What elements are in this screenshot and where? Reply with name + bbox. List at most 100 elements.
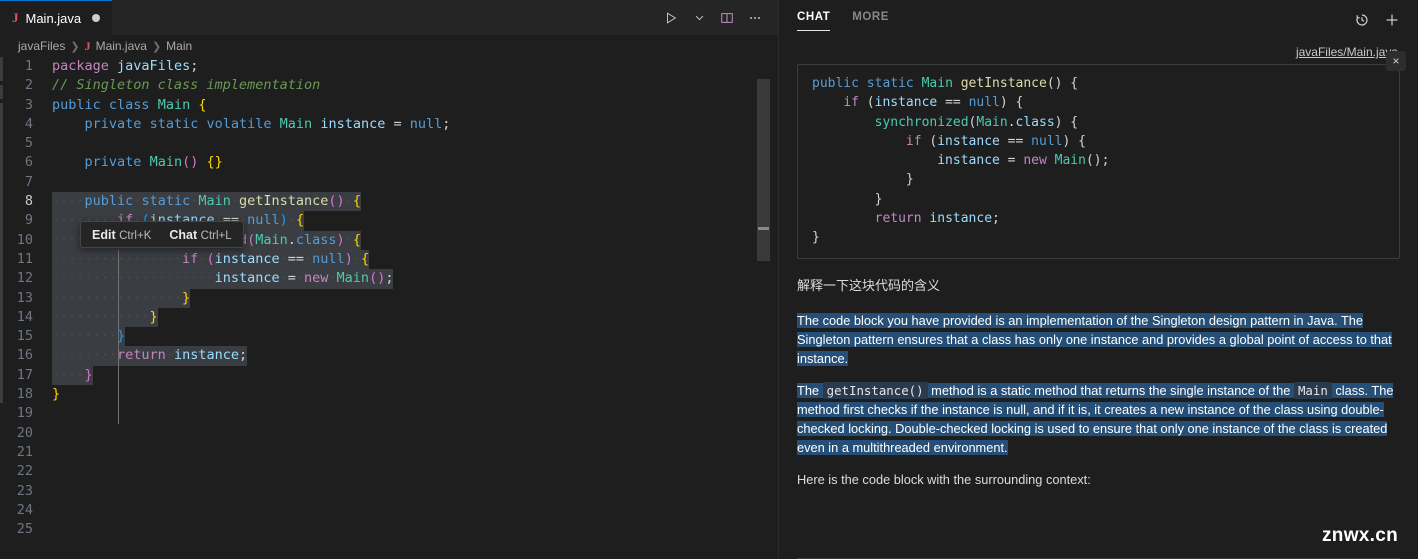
answer-p1-text: The code block you have provided is an i…	[797, 312, 1392, 366]
split-editor-icon[interactable]	[714, 5, 740, 31]
scrollbar-thumb[interactable]	[757, 79, 770, 261]
chat-code-block: public static Main getInstance() { if (i…	[797, 64, 1400, 259]
code-text: ········}	[52, 327, 126, 347]
code-line: 14 ············}	[0, 307, 778, 328]
code-line: 17 ····}	[0, 365, 778, 386]
context-file-link[interactable]: javaFiles/Main.java	[797, 43, 1400, 63]
line-number: 1	[24, 58, 33, 74]
scrollbar-marker	[758, 227, 769, 230]
line-number: 4	[24, 115, 33, 132]
line-number: 9	[24, 212, 33, 229]
line-number: 8	[24, 193, 33, 210]
line-number: 3	[24, 96, 33, 113]
code-text: ········return·instance;	[52, 346, 248, 366]
code-line: 7	[0, 173, 778, 192]
answer-paragraph-1: The code block you have provided is an i…	[797, 311, 1400, 368]
line-number: 14	[16, 308, 33, 325]
answer-p2-mid: method is a static method that returns t…	[931, 382, 1291, 398]
code-text: ············}	[52, 307, 158, 328]
chat-code-line: instance = new Main();	[937, 153, 1110, 169]
chat-code-line: }	[812, 172, 914, 188]
chat-code-line: public static Main getInstance() {	[812, 76, 1079, 91]
code-text: ····public·static·Main·getInstance()·{	[52, 192, 361, 212]
chat-code-line: }	[812, 230, 820, 246]
line-number: 19	[16, 405, 33, 422]
editor-scrollbar[interactable]	[757, 57, 770, 559]
chat-header: CHAT MORE	[779, 0, 1418, 43]
line-number: 25	[16, 521, 33, 538]
code-line: 20	[0, 424, 778, 443]
chat-hint-key: Ctrl+L	[200, 229, 232, 242]
code-text: ····}	[52, 365, 93, 386]
code-text: ················}	[52, 288, 191, 308]
tabbar-empty-space	[112, 0, 648, 35]
chat-code-line: if (instance == null) {	[905, 133, 1086, 149]
history-icon[interactable]	[1350, 8, 1374, 32]
breadcrumb-item-folder[interactable]: javaFiles	[18, 39, 65, 53]
editor-pane: J Main.java javaFiles ❯ J Main.java ❯ Ma…	[0, 0, 778, 559]
code-line: 15 ········}	[0, 327, 778, 347]
code-line: 11 ················if·(instance·==·null)…	[0, 249, 778, 270]
code-text: public class Main {	[52, 96, 207, 113]
breadcrumb-item-file[interactable]: Main.java	[96, 39, 147, 53]
breadcrumb: javaFiles ❯ J Main.java ❯ Main	[0, 35, 778, 57]
answer-paragraph-3: Here is the code block with the surround…	[797, 470, 1400, 489]
line-number: 18	[16, 386, 33, 403]
code-line: 3 public class Main {	[0, 96, 778, 115]
more-actions-icon[interactable]	[742, 5, 768, 31]
code-text: private static volatile Main instance = …	[84, 115, 451, 132]
line-number: 2	[24, 77, 33, 94]
code-line: 13 ················}	[0, 288, 778, 308]
tab-chat[interactable]: CHAT	[797, 11, 831, 31]
answer-paragraph-2: The getInstance() method is a static met…	[797, 381, 1400, 457]
chat-tablist: CHAT MORE	[797, 0, 889, 31]
editor-toolbar	[648, 0, 778, 35]
code-line: 1 package javaFiles;	[0, 57, 778, 76]
line-number: 17	[16, 366, 33, 383]
code-line: 12 ····················instance·=·new·Ma…	[0, 269, 778, 289]
assistant-answer: The code block you have provided is an i…	[797, 311, 1400, 490]
editor-tab-main-java[interactable]: J Main.java	[0, 0, 113, 35]
java-icon: J	[12, 10, 19, 25]
tab-more[interactable]: MORE	[852, 11, 889, 31]
edit-hint[interactable]: Edit Ctrl+K	[92, 228, 151, 242]
line-number: 13	[16, 289, 33, 306]
code-line: 8 ····public·static·Main·getInstance()·{	[0, 192, 778, 212]
chat-code-line: }	[812, 191, 883, 207]
indent-guide	[118, 250, 119, 424]
code-line: 5	[0, 134, 778, 153]
code-line: 19	[0, 404, 778, 423]
chat-code-line: return instance;	[874, 211, 1000, 227]
breadcrumb-item-symbol[interactable]: Main	[166, 39, 192, 53]
java-icon: J	[84, 38, 91, 53]
line-number: 21	[16, 443, 33, 460]
line-number: 11	[16, 250, 33, 267]
run-icon[interactable]	[658, 5, 684, 31]
context-attachment: javaFiles/Main.java × public static Main…	[797, 43, 1406, 259]
chat-pane: CHAT MORE javaFiles/Main.java × public s…	[779, 0, 1418, 559]
code-line: 16 ········return·instance;	[0, 346, 778, 366]
code-line: 21	[0, 443, 778, 462]
chat-hint[interactable]: Chat Ctrl+L	[169, 228, 231, 242]
code-text: ················if·(instance·==·null)·{	[52, 249, 370, 270]
edit-hint-key: Ctrl+K	[119, 229, 152, 242]
chevron-down-icon[interactable]	[686, 5, 712, 31]
inline-chat-hint-widget[interactable]: Edit Ctrl+K Chat Ctrl+L	[80, 221, 244, 248]
inline-code-getinstance: getInstance()	[822, 381, 928, 399]
unsaved-dot-icon[interactable]	[92, 14, 101, 22]
code-line: 4 private static volatile Main instance …	[0, 115, 778, 134]
plus-icon[interactable]	[1380, 8, 1404, 32]
code-line: 22	[0, 462, 778, 481]
line-number: 16	[16, 347, 33, 364]
code-text: ····················instance·=·new·Main(…	[52, 269, 394, 289]
answer-p2-lead: The	[797, 382, 820, 398]
edit-hint-label: Edit	[92, 227, 116, 242]
code-text: }	[52, 386, 61, 403]
answer-p3-text: Here is the code block with the surround…	[797, 472, 1091, 488]
close-icon[interactable]: ×	[1386, 51, 1406, 71]
code-editor[interactable]: 1 package javaFiles; 2 // Singleton clas…	[0, 57, 778, 559]
code-text: // Singleton class implementation	[52, 77, 321, 94]
chat-conversation: javaFiles/Main.java × public static Main…	[779, 43, 1418, 559]
code-line: 18 }	[0, 385, 778, 404]
code-line: 24	[0, 501, 778, 520]
